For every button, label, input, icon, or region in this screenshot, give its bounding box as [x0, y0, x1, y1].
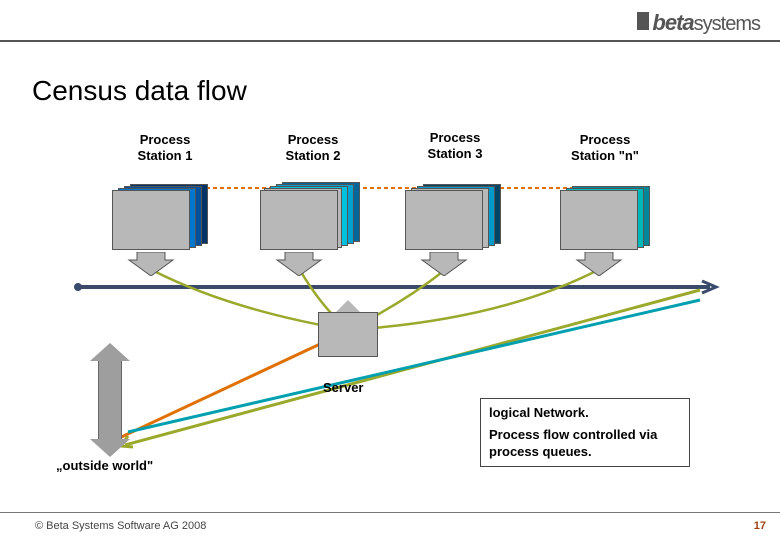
station-3-label: ProcessStation 3 [410, 130, 500, 161]
station-2-label: ProcessStation 2 [268, 132, 358, 163]
slide-title: Census data flow [32, 75, 247, 107]
station-n-label: ProcessStation "n" [560, 132, 650, 163]
info-box: logical Network. Process flow controlled… [480, 398, 690, 467]
brand-logo: beta systems [637, 10, 760, 36]
footer-page-number: 17 [754, 520, 766, 532]
info-line-1: logical Network. [489, 405, 681, 421]
logo-mark [637, 12, 649, 30]
header-bar: beta systems [0, 0, 780, 42]
server-box [318, 312, 378, 357]
footer: © Beta Systems Software AG 2008 17 [0, 512, 780, 540]
station-3-stack [405, 190, 483, 275]
station-2-stack [260, 190, 338, 275]
server-label: Server [323, 380, 363, 395]
footer-copyright: © Beta Systems Software AG 2008 [35, 520, 206, 532]
station-1-label: ProcessStation 1 [120, 132, 210, 163]
logo-text-beta: beta [652, 10, 693, 36]
outside-world-double-arrow-icon [98, 360, 122, 440]
station-1-stack [112, 190, 190, 275]
info-line-2: Process flow controlled via process queu… [489, 427, 681, 460]
station-n-stack [560, 190, 638, 275]
logo-text-systems: systems [694, 13, 760, 36]
outside-world-label: „outside world" [56, 458, 153, 473]
